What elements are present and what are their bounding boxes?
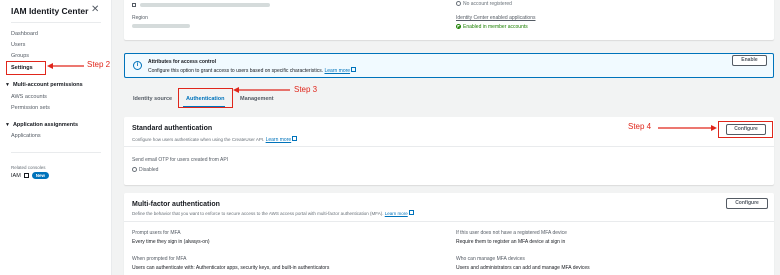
copy-icon[interactable] (132, 3, 136, 7)
sidebar-section-app-assignments[interactable]: ▼ Application assignments (5, 122, 78, 128)
standard-auth-title: Standard authentication (132, 125, 213, 132)
mfa-learn-more-link[interactable]: Learn more (385, 211, 408, 216)
standard-auth-description: Configure how users authenticate when us… (132, 136, 298, 143)
tab-identity-source[interactable]: Identity source (133, 96, 172, 102)
step3-arrow-icon (233, 87, 290, 93)
iam-link[interactable]: IAM (11, 173, 21, 179)
configure-highlight-box (718, 121, 773, 138)
tab-management[interactable]: Management (240, 96, 274, 102)
redacted-region (132, 24, 190, 28)
step2-label: Step 2 (87, 60, 111, 69)
caret-down-icon: ▼ (5, 122, 10, 128)
prompt-mfa-value: Every time they sign in (always-on) (132, 239, 210, 245)
success-icon (456, 24, 461, 30)
status-icon (456, 1, 461, 7)
authentication-tab-highlight-box (178, 88, 233, 108)
who-manage-value: Users and administrators can add and man… (456, 265, 590, 271)
related-consoles-label: Related consoles (11, 165, 46, 170)
account-status-text: No account registered (463, 1, 512, 7)
sidebar-item-aws-accounts[interactable]: AWS accounts (11, 94, 47, 100)
details-card: Region No account registered Identity Ce… (124, 0, 774, 40)
abac-alert: i Attributes for access control Configur… (124, 53, 774, 78)
apps-status-text: Enabled in member accounts (463, 24, 528, 30)
sidebar-item-permission-sets[interactable]: Permission sets (11, 105, 50, 111)
sidebar-section-multi-account[interactable]: ▼ Multi-account permissions (5, 82, 83, 88)
step2-arrow-icon (47, 63, 84, 69)
card-divider (124, 221, 774, 222)
sidebar-divider (11, 152, 101, 153)
mfa-configure-button[interactable]: Configure (726, 198, 768, 209)
otp-status-text: Disabled (139, 167, 159, 173)
sidebar-divider (11, 22, 101, 23)
region-label: Region (132, 15, 148, 21)
mfa-title: Multi-factor authentication (132, 201, 220, 208)
mfa-card: Multi-factor authentication Define the b… (124, 193, 774, 275)
apps-label[interactable]: Identity Center enabled applications (456, 15, 536, 21)
sidebar-item-groups[interactable]: Groups (11, 53, 29, 59)
close-icon[interactable]: ✕ (91, 4, 99, 15)
apps-status: Enabled in member accounts (456, 24, 528, 30)
standard-auth-learn-more-link[interactable]: Learn more (266, 137, 292, 143)
sidebar-item-applications[interactable]: Applications (11, 133, 41, 139)
sidebar-item-dashboard[interactable]: Dashboard (11, 31, 38, 37)
no-device-value: Require them to register an MFA device a… (456, 239, 566, 245)
abac-desc-text: Configure this option to grant access to… (148, 68, 324, 74)
caret-down-icon: ▼ (5, 82, 10, 88)
step4-label: Step 4 (628, 122, 652, 131)
standard-auth-desc-text: Configure how users authenticate when us… (132, 137, 265, 142)
prompt-mfa-label: Prompt users for MFA (132, 230, 181, 236)
mfa-desc-text: Define the behavior that you want to enf… (132, 211, 384, 216)
abac-title: Attributes for access control (148, 59, 217, 65)
info-icon: i (133, 61, 142, 70)
external-link-icon (351, 67, 357, 72)
external-link-icon (409, 210, 415, 215)
abac-learn-more-link[interactable]: Learn more (324, 68, 350, 74)
sidebar-item-users[interactable]: Users (11, 42, 25, 48)
otp-label: Send email OTP for users created from AP… (132, 157, 229, 163)
mfa-description: Define the behavior that you want to enf… (132, 210, 415, 216)
settings-highlight-box (6, 61, 46, 75)
sidebar-title: IAM Identity Center (11, 6, 89, 16)
step4-arrow-icon (658, 125, 717, 131)
account-status: No account registered (456, 1, 512, 7)
sidebar-section-label: Multi-account permissions (12, 82, 83, 88)
enable-button[interactable]: Enable (732, 55, 767, 66)
redacted-value (140, 3, 270, 7)
new-badge: New (31, 172, 50, 179)
who-manage-label: Who can manage MFA devices (456, 256, 525, 262)
when-prompted-label: When prompted for MFA (132, 256, 187, 262)
no-device-label: If this user does not have a registered … (456, 230, 567, 236)
external-link-icon (23, 173, 29, 178)
card-divider (124, 146, 774, 147)
disabled-icon (132, 167, 137, 173)
when-prompted-value: Users can authenticate with: Authenticat… (132, 265, 330, 271)
external-link-icon (292, 136, 298, 141)
sidebar-item-iam[interactable]: IAM New (11, 172, 50, 179)
step3-label: Step 3 (294, 85, 318, 94)
abac-description: Configure this option to grant access to… (148, 67, 357, 74)
otp-status: Disabled (132, 167, 158, 173)
sidebar: IAM Identity Center ✕ Dashboard Users Gr… (0, 0, 112, 275)
sidebar-section-label: Application assignments (12, 122, 79, 128)
